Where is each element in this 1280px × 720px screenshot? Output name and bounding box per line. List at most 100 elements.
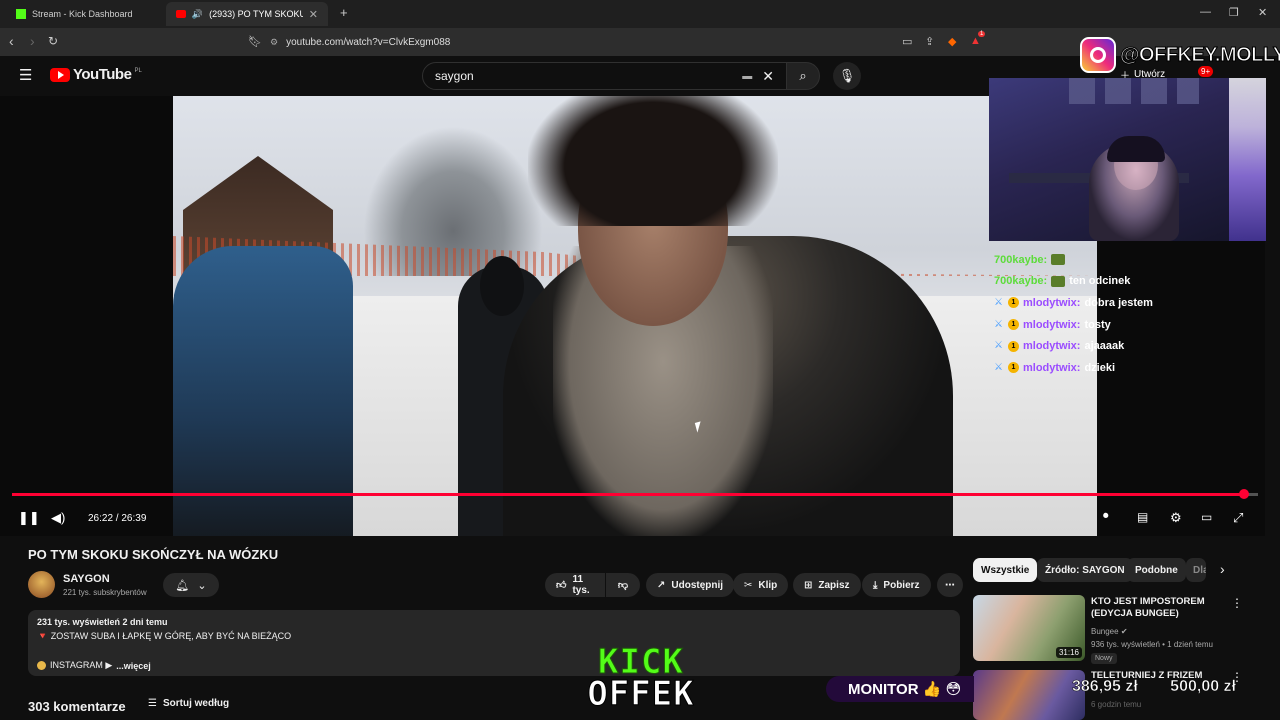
maximize-icon[interactable]: ❐	[1229, 6, 1239, 19]
subscriber-badge-icon: 1	[1008, 362, 1019, 374]
recommendation-channel: Bungee ✔︎	[1091, 627, 1128, 636]
chip-related[interactable]: Podobne	[1127, 558, 1186, 582]
new-badge: Nowy	[1091, 653, 1117, 664]
chat-message: ⚔ 1 mlodytwix: tosty	[994, 314, 1254, 336]
instagram-handle: @OFFKEY.MOLLY	[1120, 43, 1280, 66]
streamer-webcam	[989, 78, 1266, 241]
save-button[interactable]: ⊞ Zapisz	[793, 573, 861, 597]
more-vert-icon[interactable]: ⋮	[1231, 596, 1243, 610]
settings-icon[interactable]: ⚙	[1170, 510, 1182, 526]
chat-message: 700kaybe:	[994, 249, 1254, 271]
thumbs-up-icon: 👍︎	[556, 580, 567, 591]
clear-search-icon[interactable]: ✕	[762, 68, 774, 85]
instagram-link[interactable]: INSTAGRAM ▶	[50, 660, 112, 671]
bookmark-icon[interactable]: 🔖︎	[248, 35, 262, 48]
time-display: 26:22 / 26:39	[88, 513, 147, 524]
description-box[interactable]: 231 tys. wyświetleń 2 dni temu 🔻 ZOSTAW …	[28, 610, 960, 676]
emoji-icon	[37, 661, 46, 670]
cast-icon[interactable]: ▭	[902, 35, 912, 48]
recommendation-meta: 6 godzin temu	[1091, 700, 1142, 709]
scrubber-handle[interactable]	[1239, 489, 1250, 499]
minimize-icon[interactable]: —	[1200, 6, 1211, 18]
search-input[interactable]: saygon ▬ ✕	[422, 62, 787, 90]
tab-youtube-video[interactable]: 🔊 (2933) PO TYM SKOKU SKOŃ ✕	[166, 2, 328, 26]
close-tab-icon[interactable]: ✕	[309, 8, 318, 21]
chat-text: dzieki	[1084, 361, 1116, 374]
recommendation-meta: 936 tys. wyświetleń • 1 dzień temu	[1091, 640, 1213, 649]
more-horizontal-icon: ⋯	[945, 579, 955, 591]
progress-fill	[12, 493, 1245, 496]
download-icon: ⤓	[873, 579, 878, 591]
comments-count: 303 komentarze	[28, 699, 126, 714]
chip-from-channel[interactable]: Źródło: SAYGON	[1037, 558, 1133, 582]
chevron-right-icon[interactable]: ›	[1220, 561, 1225, 577]
fullscreen-icon[interactable]: ⤢	[1233, 510, 1243, 526]
video-duration: 31:16	[1055, 647, 1082, 658]
chat-text: ten odcinek	[1069, 275, 1131, 288]
tab-title: Stream - Kick Dashboard	[32, 9, 133, 19]
chip-all[interactable]: Wszystkie	[973, 558, 1038, 582]
url-text: youtube.com/watch?v=ClvkExgm088	[286, 36, 451, 48]
chat-username: mlodytwix:	[1023, 340, 1081, 353]
chat-message: ⚔ 1 mlodytwix: ajaaaak	[994, 335, 1254, 357]
emote-icon	[1051, 254, 1066, 266]
subscription-bell-button[interactable]: 🔔︎ ⌄	[163, 573, 219, 597]
volume-icon[interactable]: ◀)	[51, 510, 65, 526]
clip-button[interactable]: ✂ Klip	[733, 573, 789, 597]
menu-icon[interactable]: ☰	[19, 66, 32, 84]
forward-icon[interactable]: ›	[30, 33, 35, 49]
brave-shield-icon[interactable]: ◆	[948, 35, 956, 48]
pause-icon[interactable]: ❚❚	[18, 510, 40, 526]
channel-avatar[interactable]	[28, 571, 55, 598]
video-frame[interactable]	[173, 96, 1097, 536]
progress-bar[interactable]	[12, 489, 1258, 499]
save-label: Zapisz	[818, 579, 850, 591]
share-page-icon[interactable]: ⇪	[925, 35, 934, 48]
subscriber-badge-icon: 1	[1008, 297, 1019, 309]
tab-kick-dashboard[interactable]: Stream - Kick Dashboard	[6, 2, 166, 26]
search-button[interactable]: ⌕	[786, 62, 820, 90]
dislike-button[interactable]: 👎︎	[606, 573, 640, 597]
player-controls: ❚❚ ◀) 26:22 / 26:39 ⏺ ▤ ⚙ ▭ ⤢	[0, 504, 1265, 536]
show-more-link[interactable]: ...więcej	[116, 661, 151, 671]
voice-search-button[interactable]: 🎙︎	[833, 62, 861, 90]
like-button[interactable]: 👍︎ 11 tys.	[545, 573, 605, 597]
back-icon[interactable]: ‹	[9, 33, 14, 49]
autoplay-toggle-icon[interactable]: ⏺	[1103, 510, 1109, 523]
close-window-icon[interactable]: ✕	[1258, 6, 1267, 19]
theater-mode-icon[interactable]: ▭	[1201, 510, 1212, 524]
search-icon: ⌕	[799, 68, 807, 83]
sort-comments-button[interactable]: ☰ Sortuj według	[148, 698, 229, 709]
share-button[interactable]: ↗ Udostępnij	[646, 573, 735, 597]
goal-current: 386,95 zł	[1072, 678, 1138, 696]
microphone-icon: 🎙︎	[838, 68, 856, 83]
more-actions-button[interactable]: ⋯	[937, 573, 963, 597]
new-tab-icon[interactable]: +	[340, 5, 348, 20]
youtube-play-icon	[50, 67, 70, 82]
url-field[interactable]: ⚙ youtube.com/watch?v=ClvkExgm088	[270, 32, 910, 52]
download-button[interactable]: ⤓ Pobierz	[862, 573, 931, 597]
channel-name: Bungee	[1091, 627, 1119, 636]
reload-icon[interactable]: ↻	[48, 34, 58, 48]
site-info-icon[interactable]: ⚙	[270, 37, 278, 48]
subscriber-count: 221 tys. subskrybentów	[63, 588, 147, 597]
kick-favicon-icon	[16, 9, 26, 19]
channel-name[interactable]: SAYGON	[63, 573, 110, 585]
like-count: 11 tys.	[572, 574, 590, 596]
subscriber-badge-icon: 1	[1008, 340, 1019, 352]
recommendation-title[interactable]: KTO JEST IMPOSTOREM (EDYCJA BUNGEE)	[1091, 596, 1221, 620]
moderator-sword-icon: ⚔	[994, 340, 1003, 352]
verified-icon: ✔︎	[1120, 627, 1128, 636]
chip-for-you[interactable]: Dla	[1186, 558, 1206, 582]
goal-target: 500,00 zł	[1170, 678, 1236, 696]
keyboard-icon[interactable]: ▬	[742, 71, 752, 82]
youtube-logo[interactable]: YouTube PL	[50, 66, 142, 83]
chevron-down-icon: ⌄	[197, 579, 207, 592]
moderator-sword-icon: ⚔	[994, 296, 1003, 308]
chat-message: ⚔ 1 mlodytwix: dobra jestem	[994, 292, 1254, 314]
subtitles-icon[interactable]: ▤	[1137, 510, 1148, 524]
subscriber-badge-icon: 1	[1008, 319, 1019, 331]
description-line-2: INSTAGRAM ▶ ...więcej	[37, 660, 951, 671]
recommendation-thumbnail[interactable]: 31:16	[973, 595, 1085, 661]
browser-tab-bar: Stream - Kick Dashboard 🔊 (2933) PO TYM …	[0, 0, 1280, 28]
